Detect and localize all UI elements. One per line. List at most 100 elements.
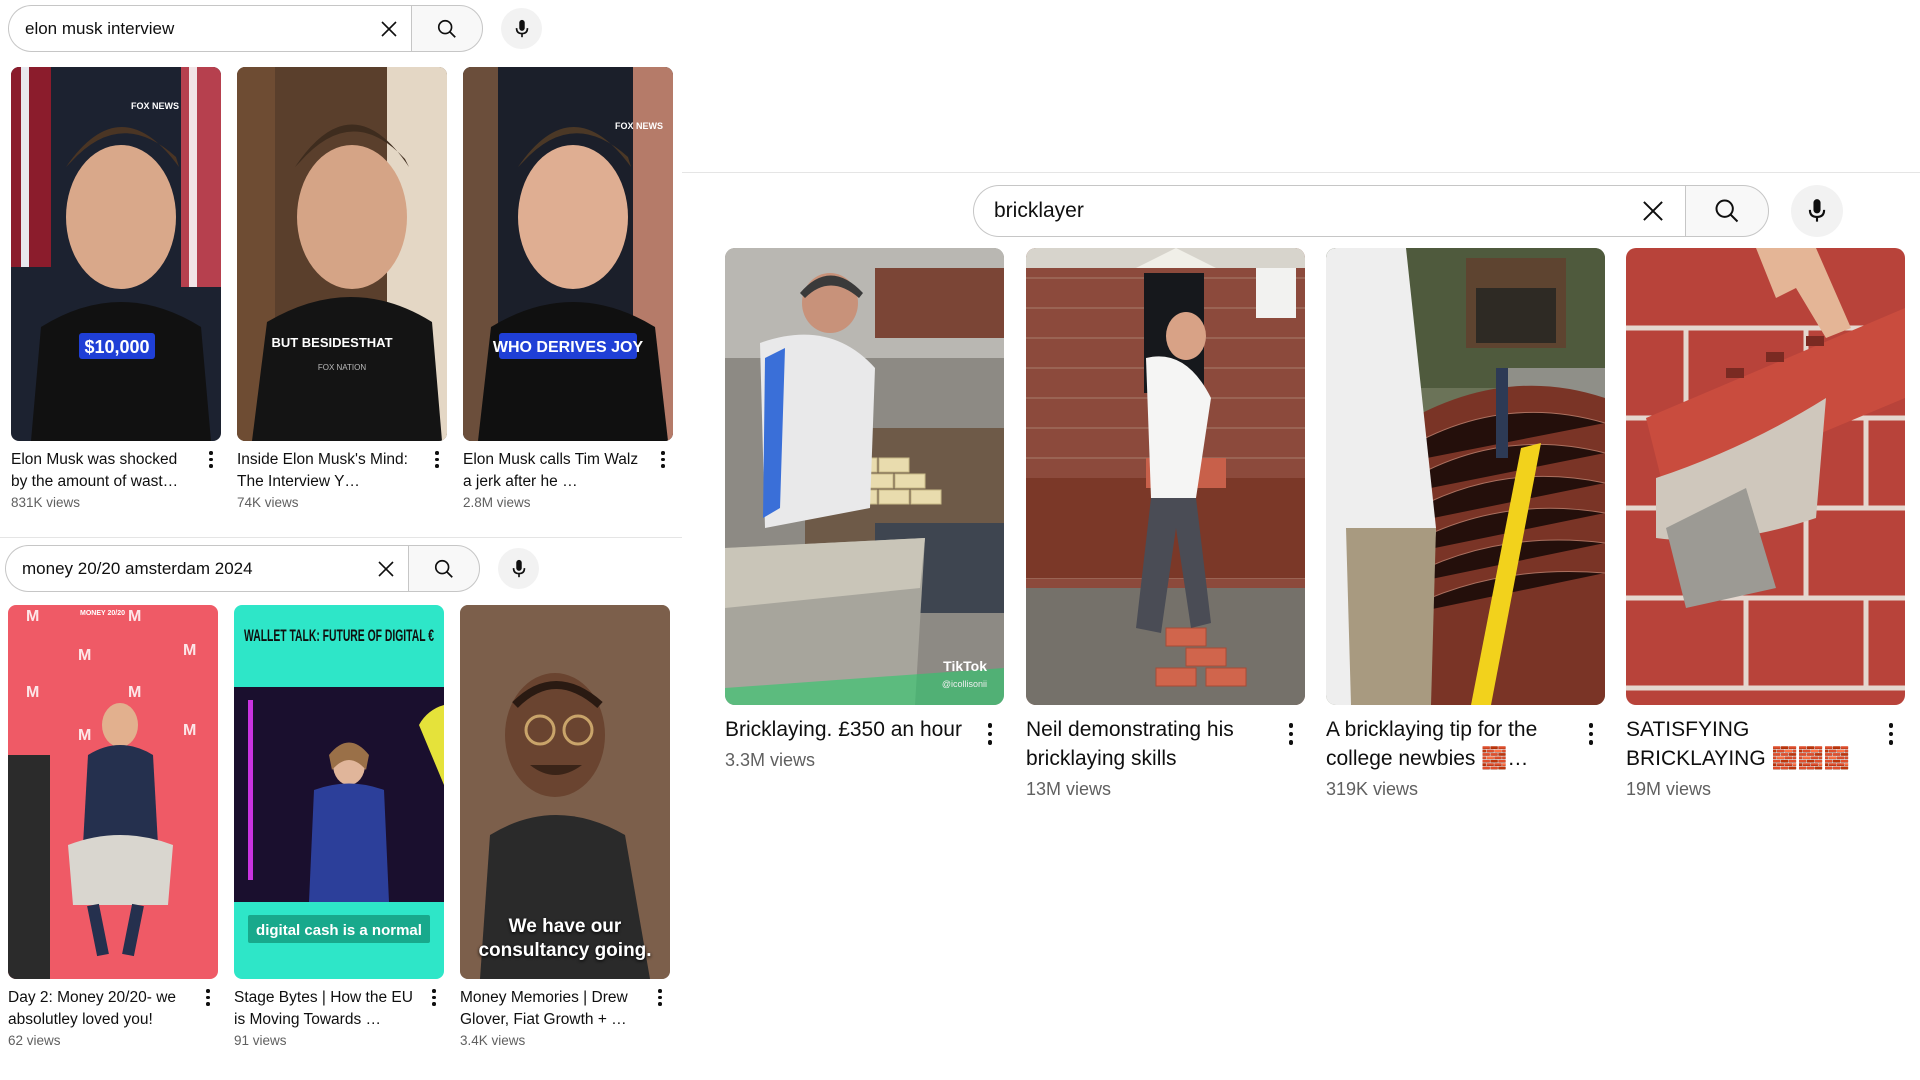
view-count: 19M views <box>1626 779 1712 799</box>
view-count: 3.4K views <box>460 1033 526 1048</box>
view-count: 91 views <box>234 1033 287 1048</box>
video-title[interactable]: Money Memories | Drew Glover, Fiat Growt… <box>460 987 644 1031</box>
video-thumbnail[interactable]: FOX NEWS $10,000 <box>11 67 221 441</box>
video-meta: Elon Musk was shocked by the amount of w… <box>11 449 221 510</box>
thumbnail-caption: $10,000 <box>84 337 149 357</box>
video-card[interactable]: BUT BESIDESTHAT FOX NATION Inside Elon M… <box>237 67 447 510</box>
voice-search-button[interactable] <box>1791 185 1843 237</box>
video-title[interactable]: Stage Bytes | How the EU is Moving Towar… <box>234 987 418 1031</box>
video-title[interactable]: Inside Elon Musk's Mind: The Interview Y… <box>237 449 421 493</box>
voice-search-button[interactable] <box>498 548 539 589</box>
tiktok-watermark: TikTok <box>943 658 987 674</box>
search-bar-money2020: money 20/20 amsterdam 2024 <box>5 545 539 592</box>
voice-search-button[interactable] <box>501 8 542 49</box>
view-count: 13M views <box>1026 779 1112 799</box>
thumbnail-caption: digital cash is a normal <box>256 922 422 939</box>
video-card[interactable]: FOX NEWS WHO DERIVES JOY Elon Musk calls… <box>463 67 673 510</box>
video-meta: Stage Bytes | How the EU is Moving Towar… <box>234 987 444 1048</box>
video-title[interactable]: Bricklaying. £350 an hour <box>725 715 970 744</box>
more-vert-icon[interactable] <box>653 451 673 468</box>
video-card[interactable]: WALLET TALK: FUTURE OF DIGITAL € digital… <box>234 605 444 1048</box>
more-vert-icon[interactable] <box>650 989 670 1006</box>
more-vert-icon[interactable] <box>1281 723 1301 745</box>
svg-text:M: M <box>26 684 39 701</box>
view-count: 831K views <box>11 495 81 510</box>
video-title[interactable]: Day 2: Money 20/20- we absolutley loved … <box>8 987 192 1031</box>
video-title[interactable]: Elon Musk calls Tim Walz a jerk after he… <box>463 449 647 493</box>
search-query-text: money 20/20 amsterdam 2024 <box>22 558 253 578</box>
video-meta: A bricklaying tip for the college newbie… <box>1326 715 1605 800</box>
thumbnail-caption: BUT BESIDESTHAT <box>271 335 392 350</box>
video-card[interactable]: We have our consultancy going. Money Mem… <box>460 605 670 1048</box>
video-title[interactable]: Neil demonstrating his bricklaying skill… <box>1026 715 1271 773</box>
search-button[interactable] <box>411 5 483 52</box>
video-thumbnail[interactable] <box>1626 248 1905 705</box>
close-icon[interactable] <box>367 7 411 51</box>
more-vert-icon[interactable] <box>980 723 1000 745</box>
mic-icon <box>1808 199 1826 222</box>
more-vert-icon[interactable] <box>201 451 221 468</box>
search-button[interactable] <box>1685 185 1769 237</box>
thumbnail-subcaption: FOX NATION <box>318 363 367 372</box>
video-card[interactable]: FOX NEWS $10,000 Elon Musk was shocked b… <box>11 67 221 510</box>
search-icon <box>434 559 453 578</box>
video-meta: Money Memories | Drew Glover, Fiat Growt… <box>460 987 670 1048</box>
search-bar-bricklayer: bricklayer <box>973 185 1843 237</box>
backdrop-text: MONEY 20/20 <box>80 610 125 617</box>
video-thumbnail[interactable]: We have our consultancy going. <box>460 605 670 979</box>
mic-icon <box>515 19 528 37</box>
video-title[interactable]: A bricklaying tip for the college newbie… <box>1326 715 1571 773</box>
search-input-money2020[interactable]: money 20/20 amsterdam 2024 <box>5 545 408 592</box>
video-thumbnail[interactable]: TikTok @icollisonii <box>725 248 1004 705</box>
mic-icon <box>512 559 525 577</box>
video-thumbnail[interactable] <box>1326 248 1605 705</box>
search-input-elon[interactable]: elon musk interview <box>8 5 411 52</box>
view-count: 74K views <box>237 495 299 510</box>
video-title[interactable]: Elon Musk was shocked by the amount of w… <box>11 449 195 493</box>
close-icon[interactable] <box>1627 185 1679 237</box>
more-vert-icon[interactable] <box>198 989 218 1006</box>
video-meta: Inside Elon Musk's Mind: The Interview Y… <box>237 449 447 510</box>
view-count: 3.3M views <box>725 750 816 770</box>
thumbnail-caption: We have our consultancy going. <box>478 916 652 961</box>
more-vert-icon[interactable] <box>1881 723 1901 745</box>
search-bar-elon: elon musk interview <box>8 5 542 52</box>
video-card[interactable]: M M M M M M M M MONEY 20/20 Day 2: Money 20/… <box>8 605 218 1048</box>
more-vert-icon[interactable] <box>1581 723 1601 745</box>
video-meta: Neil demonstrating his bricklaying skill… <box>1026 715 1305 800</box>
thumbnail-caption: WHO DERIVES JOY <box>493 339 644 356</box>
view-count: 2.8M views <box>463 495 531 510</box>
video-thumbnail[interactable]: BUT BESIDESTHAT FOX NATION <box>237 67 447 441</box>
video-thumbnail[interactable] <box>1026 248 1305 705</box>
svg-text:M: M <box>183 722 196 739</box>
search-input-bricklayer[interactable]: bricklayer <box>973 185 1685 237</box>
view-count: 319K views <box>1326 779 1419 799</box>
video-card[interactable]: TikTok @icollisonii Bricklaying. £350 an… <box>725 248 1004 771</box>
view-count: 62 views <box>8 1033 61 1048</box>
search-button[interactable] <box>408 545 480 592</box>
thumbnail-header: WALLET TALK: FUTURE OF DIGITAL € <box>244 626 434 645</box>
more-vert-icon[interactable] <box>424 989 444 1006</box>
search-query-text: elon musk interview <box>25 18 175 38</box>
video-meta: Day 2: Money 20/20- we absolutley loved … <box>8 987 218 1048</box>
search-query-text: bricklayer <box>994 199 1084 222</box>
svg-text:M: M <box>78 647 91 664</box>
section-divider <box>0 537 682 538</box>
video-card[interactable]: Neil demonstrating his bricklaying skill… <box>1026 248 1305 800</box>
svg-text:M: M <box>183 642 196 659</box>
video-card[interactable]: A bricklaying tip for the college newbie… <box>1326 248 1605 800</box>
video-thumbnail[interactable]: FOX NEWS WHO DERIVES JOY <box>463 67 673 441</box>
video-card[interactable]: SATISFYING BRICKLAYING 🧱🧱🧱 19M views <box>1626 248 1905 800</box>
svg-text:M: M <box>26 608 39 625</box>
video-meta: SATISFYING BRICKLAYING 🧱🧱🧱 19M views <box>1626 715 1905 800</box>
video-title[interactable]: SATISFYING BRICKLAYING 🧱🧱🧱 <box>1626 715 1871 773</box>
video-thumbnail[interactable]: M M M M M M M M MONEY 20/20 <box>8 605 218 979</box>
search-icon <box>1715 199 1739 223</box>
close-icon[interactable] <box>364 547 408 591</box>
more-vert-icon[interactable] <box>427 451 447 468</box>
page: elon musk interview FOX NEWS $10,000 Elo… <box>0 0 1920 1080</box>
tiktok-username: @icollisonii <box>942 679 987 689</box>
search-icon <box>437 19 456 38</box>
svg-text:M: M <box>128 608 141 625</box>
video-thumbnail[interactable]: WALLET TALK: FUTURE OF DIGITAL € digital… <box>234 605 444 979</box>
